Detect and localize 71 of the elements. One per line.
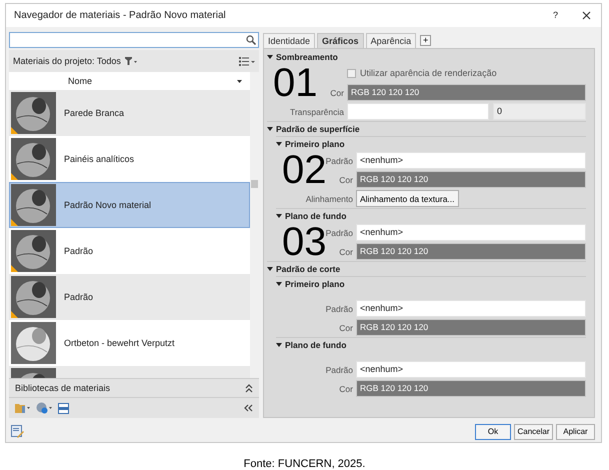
search-icon bbox=[246, 35, 256, 46]
caret-down-icon[interactable] bbox=[267, 266, 273, 272]
section-header[interactable]: Primeiro plano bbox=[285, 138, 345, 151]
color-field[interactable]: RGB 120 120 120 bbox=[356, 319, 586, 336]
pattern-field[interactable]: <nenhum> bbox=[356, 152, 586, 170]
material-item[interactable]: Padrão bbox=[9, 274, 250, 320]
field-label: Transparência bbox=[290, 106, 344, 118]
caret-down-icon[interactable] bbox=[276, 213, 282, 220]
search-field[interactable] bbox=[9, 32, 259, 48]
dialog-button[interactable]: Aplicar bbox=[556, 424, 595, 440]
section-header[interactable]: Primeiro plano bbox=[285, 278, 345, 291]
caret-down-icon[interactable] bbox=[276, 342, 282, 348]
double-chevron-left-icon[interactable] bbox=[244, 404, 253, 412]
caret-down-icon[interactable] bbox=[276, 141, 282, 148]
pattern-field[interactable]: <nenhum> bbox=[356, 300, 586, 318]
transparency-field[interactable] bbox=[347, 103, 489, 120]
scrollbar[interactable] bbox=[250, 72, 259, 378]
pattern-field[interactable]: <nenhum> bbox=[356, 361, 586, 378]
field-label: Padrão bbox=[326, 154, 353, 168]
field-label: Cor bbox=[339, 246, 353, 258]
field-label: Padrão bbox=[326, 226, 353, 240]
color-field[interactable]: RGB 120 120 120 bbox=[356, 171, 586, 188]
filter-icon[interactable] bbox=[124, 57, 137, 66]
texture-alignment-button[interactable]: Alinhamento da textura... bbox=[356, 190, 459, 208]
section-header[interactable]: Sombreamento bbox=[276, 50, 338, 64]
section-header[interactable]: Plano de fundo bbox=[285, 339, 346, 352]
section-header[interactable]: Padrão de superfície bbox=[276, 123, 360, 136]
close-icon[interactable] bbox=[582, 11, 591, 20]
field-label: Cor bbox=[339, 174, 353, 186]
large-number: 03 bbox=[281, 223, 326, 262]
panel-icon[interactable] bbox=[58, 402, 69, 414]
field-label: Cor bbox=[339, 382, 353, 396]
material-item[interactable]: Padrão Novo material bbox=[9, 182, 250, 228]
field-label: Padrão bbox=[326, 302, 353, 316]
figure-caption: Fonte: FUNCERN, 2025. bbox=[242, 457, 366, 470]
help-button[interactable]: ? bbox=[552, 8, 558, 22]
pattern-field[interactable]: <nenhum> bbox=[356, 224, 586, 242]
folder-icon[interactable] bbox=[15, 402, 31, 414]
globe-add-icon[interactable] bbox=[36, 402, 53, 414]
caret-down-icon[interactable] bbox=[267, 126, 273, 132]
dialog-button[interactable]: Ok bbox=[475, 424, 511, 440]
tab[interactable]: Identidade bbox=[263, 33, 316, 48]
caret-down-icon[interactable] bbox=[276, 281, 282, 288]
edit-icon[interactable] bbox=[11, 425, 24, 438]
tab[interactable]: Gráficos bbox=[317, 33, 364, 48]
section-header[interactable]: Padrão de corte bbox=[276, 263, 340, 276]
column-header[interactable]: Nome bbox=[60, 72, 250, 90]
dialog-button[interactable]: Cancelar bbox=[514, 424, 553, 440]
color-field[interactable]: RGB 120 120 120 bbox=[347, 84, 586, 102]
large-number: 02 bbox=[281, 151, 326, 190]
section-header[interactable]: Plano de fundo bbox=[285, 210, 346, 223]
material-item[interactable]: Painéis analíticos bbox=[9, 136, 250, 182]
window-title: Navegador de materiais - Padrão Novo material bbox=[14, 9, 226, 24]
material-item[interactable]: Parede Branca bbox=[9, 90, 250, 136]
caret-down-icon[interactable] bbox=[267, 54, 273, 60]
add-tab-button[interactable]: + bbox=[420, 35, 432, 46]
field-label: Alinhamento bbox=[306, 192, 353, 206]
tab[interactable]: Aparência bbox=[366, 33, 416, 48]
color-field[interactable]: RGB 120 120 120 bbox=[356, 380, 586, 398]
list-view-icon[interactable] bbox=[239, 56, 255, 66]
field-label: Cor bbox=[339, 322, 353, 334]
checkbox[interactable]: Utilizar aparência de renderização bbox=[347, 67, 586, 81]
field-label: Padrão bbox=[326, 364, 353, 376]
material-item[interactable]: Ortbeton - bewehrt Verputzt bbox=[9, 320, 250, 366]
value-field[interactable]: 0 bbox=[493, 103, 586, 120]
field-label: Cor bbox=[330, 86, 344, 100]
color-field[interactable]: RGB 120 120 120 bbox=[356, 243, 586, 260]
double-chevron-up-icon[interactable] bbox=[245, 384, 253, 393]
sort-caret-icon bbox=[237, 80, 242, 83]
large-number: 01 bbox=[272, 64, 318, 102]
material-item[interactable]: Padrão bbox=[9, 228, 250, 274]
